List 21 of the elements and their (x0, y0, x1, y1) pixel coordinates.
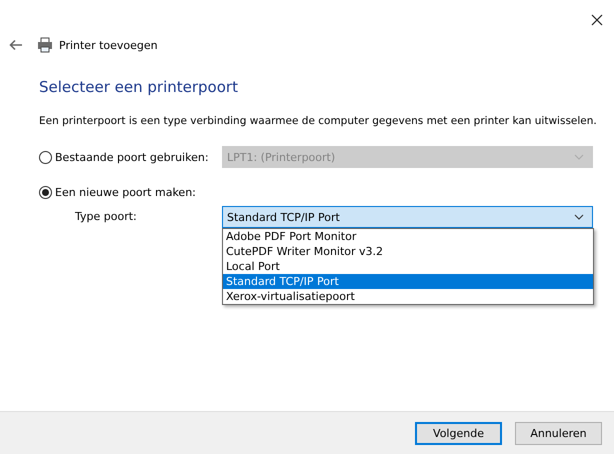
printer-icon (37, 37, 53, 53)
radio-label[interactable]: Een nieuwe poort maken: (55, 186, 196, 198)
port-type-label: Type poort: (75, 209, 138, 225)
port-type-dropdown[interactable]: Standard TCP/IP Port (222, 206, 593, 228)
page-heading: Selecteer een printerpoort (39, 78, 239, 96)
dropdown-option[interactable]: CutePDF Writer Monitor v3.2 (223, 244, 593, 259)
close-icon[interactable] (591, 14, 603, 26)
dropdown-option[interactable]: Standard TCP/IP Port (223, 274, 593, 289)
dropdown-option[interactable]: Local Port (223, 259, 593, 274)
description-text: Een printerpoort is een type verbinding waarmee de computer gegevens met een printer kan uitwisselen. (39, 115, 594, 127)
dialog-button[interactable]: Volgende (415, 422, 502, 444)
dropdown-option[interactable]: Xerox-virtualisatiepoort (223, 289, 593, 304)
radio-button[interactable] (39, 150, 52, 164)
chevron-icon (574, 214, 584, 220)
dialog-button[interactable]: Annuleren (515, 422, 602, 444)
radio-label[interactable]: Bestaande poort gebruiken: (55, 150, 209, 164)
radio-button[interactable] (39, 186, 52, 198)
back-arrow-icon[interactable] (9, 39, 23, 51)
window-title: Printer toevoegen (59, 38, 158, 52)
chevron-icon (574, 154, 584, 160)
dropdown-option[interactable]: Adobe PDF Port Monitor (223, 229, 593, 244)
